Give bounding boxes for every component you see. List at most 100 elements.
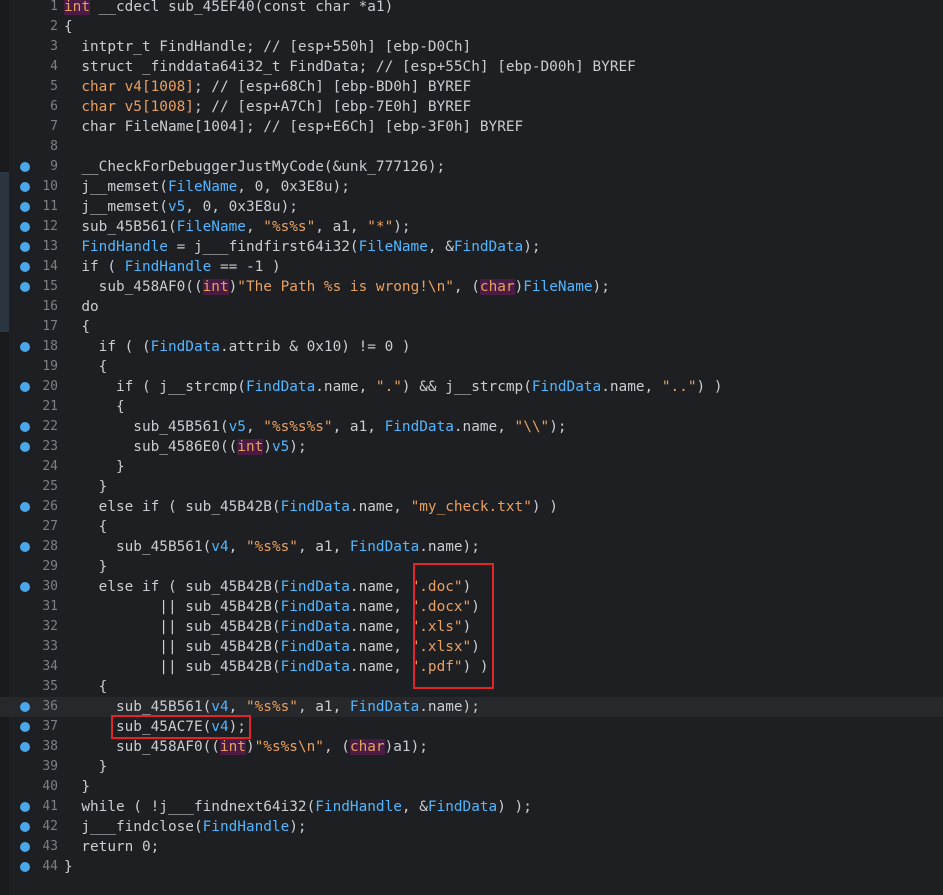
breakpoint-dot-icon[interactable] [20, 342, 30, 352]
code-text[interactable]: { [64, 317, 90, 337]
code-text[interactable]: j__memset(FileName, 0, 0x3E8u); [64, 177, 350, 197]
code-text[interactable]: sub_4586E0((int)v5); [64, 437, 307, 457]
code-text[interactable]: } [64, 757, 108, 777]
breakpoint-dot-icon[interactable] [20, 262, 30, 272]
code-line[interactable]: 8 [0, 137, 943, 157]
code-line[interactable]: 16 do [0, 297, 943, 317]
breakpoint-dot-icon[interactable] [20, 182, 30, 192]
code-line[interactable]: 2{ [0, 17, 943, 37]
code-line[interactable]: 20 if ( j__strcmp(FindData.name, ".") &&… [0, 377, 943, 397]
code-line[interactable]: 42 j___findclose(FindHandle); [0, 817, 943, 837]
breakpoint-dot-icon[interactable] [20, 202, 30, 212]
code-line[interactable]: 10 j__memset(FileName, 0, 0x3E8u); [0, 177, 943, 197]
code-line[interactable]: 6 char v5[1008]; // [esp+A7Ch] [ebp-7E0h… [0, 97, 943, 117]
code-text[interactable]: while ( !j___findnext64i32(FindHandle, &… [64, 797, 532, 817]
code-line[interactable]: 18 if ( (FindData.attrib & 0x10) != 0 ) [0, 337, 943, 357]
code-line[interactable]: 35 { [0, 677, 943, 697]
code-line[interactable]: 31 || sub_45B42B(FindData.name, ".docx") [0, 597, 943, 617]
code-line[interactable]: 36 sub_45B561(v4, "%s%s", a1, FindData.n… [0, 697, 943, 717]
code-line[interactable]: 22 sub_45B561(v5, "%s%s%s", a1, FindData… [0, 417, 943, 437]
code-line[interactable]: 12 sub_45B561(FileName, "%s%s", a1, "*")… [0, 217, 943, 237]
code-text[interactable]: int __cdecl sub_45EF40(const char *a1) [64, 0, 393, 17]
code-line[interactable]: 28 sub_45B561(v4, "%s%s", a1, FindData.n… [0, 537, 943, 557]
code-text[interactable]: sub_458AF0((int)"%s%s\n", (char)a1); [64, 737, 428, 757]
code-text[interactable]: { [64, 397, 125, 417]
breakpoint-dot-icon[interactable] [20, 502, 30, 512]
code-line[interactable]: 3 intptr_t FindHandle; // [esp+550h] [eb… [0, 37, 943, 57]
breakpoint-dot-icon[interactable] [20, 382, 30, 392]
code-line[interactable]: 37 sub_45AC7E(v4); [0, 717, 943, 737]
code-line[interactable]: 25 } [0, 477, 943, 497]
code-text[interactable]: } [64, 557, 108, 577]
code-line[interactable]: 38 sub_458AF0((int)"%s%s\n", (char)a1); [0, 737, 943, 757]
code-text[interactable]: { [64, 517, 108, 537]
code-line[interactable]: 43 return 0; [0, 837, 943, 857]
code-text[interactable]: if ( (FindData.attrib & 0x10) != 0 ) [64, 337, 411, 357]
code-text[interactable]: char FileName[1004]; // [esp+E6Ch] [ebp-… [64, 117, 523, 137]
code-line[interactable]: 17 { [0, 317, 943, 337]
breakpoint-dot-icon[interactable] [20, 242, 30, 252]
code-line[interactable]: 14 if ( FindHandle == -1 ) [0, 257, 943, 277]
code-text[interactable]: || sub_45B42B(FindData.name, ".pdf") ) [64, 657, 488, 677]
code-line[interactable]: 29 } [0, 557, 943, 577]
code-line[interactable]: 27 { [0, 517, 943, 537]
breakpoint-dot-icon[interactable] [20, 742, 30, 752]
code-line[interactable]: 5 char v4[1008]; // [esp+68Ch] [ebp-BD0h… [0, 77, 943, 97]
code-line[interactable]: 13 FindHandle = j___findfirst64i32(FileN… [0, 237, 943, 257]
code-text[interactable]: || sub_45B42B(FindData.name, ".docx") [64, 597, 480, 617]
code-line[interactable]: 33 || sub_45B42B(FindData.name, ".xlsx") [0, 637, 943, 657]
code-text[interactable]: do [64, 297, 98, 317]
code-text[interactable]: if ( j__strcmp(FindData.name, ".") && j_… [64, 377, 723, 397]
code-line[interactable]: 19 { [0, 357, 943, 377]
code-line[interactable]: 21 { [0, 397, 943, 417]
code-line[interactable]: 11 j__memset(v5, 0, 0x3E8u); [0, 197, 943, 217]
code-line[interactable]: 7 char FileName[1004]; // [esp+E6Ch] [eb… [0, 117, 943, 137]
code-text[interactable]: } [64, 857, 73, 877]
code-line[interactable]: 34 || sub_45B42B(FindData.name, ".pdf") … [0, 657, 943, 677]
code-line[interactable]: 9 __CheckForDebuggerJustMyCode(&unk_7771… [0, 157, 943, 177]
breakpoint-dot-icon[interactable] [20, 582, 30, 592]
code-line[interactable]: 41 while ( !j___findnext64i32(FindHandle… [0, 797, 943, 817]
breakpoint-dot-icon[interactable] [20, 422, 30, 432]
code-line[interactable]: 1 int __cdecl sub_45EF40(const char *a1) [0, 0, 943, 17]
code-text[interactable]: sub_45B561(FileName, "%s%s", a1, "*"); [64, 217, 410, 237]
code-text[interactable]: if ( FindHandle == -1 ) [64, 257, 280, 277]
code-text[interactable]: j___findclose(FindHandle); [64, 817, 306, 837]
code-text[interactable]: || sub_45B42B(FindData.name, ".xls") [64, 617, 471, 637]
code-line[interactable]: 4 struct _finddata64i32_t FindData; // [… [0, 57, 943, 77]
breakpoint-dot-icon[interactable] [20, 842, 30, 852]
code-line[interactable]: 24 } [0, 457, 943, 477]
breakpoint-dot-icon[interactable] [20, 222, 30, 232]
code-text[interactable]: } [64, 477, 108, 497]
code-text[interactable]: { [64, 677, 108, 697]
code-text[interactable]: j__memset(v5, 0, 0x3E8u); [64, 197, 298, 217]
breakpoint-dot-icon[interactable] [20, 862, 30, 872]
code-text[interactable]: FindHandle = j___findfirst64i32(FileName… [64, 237, 540, 257]
code-text[interactable]: || sub_45B42B(FindData.name, ".xlsx") [64, 637, 480, 657]
pseudocode-editor[interactable]: 1 int __cdecl sub_45EF40(const char *a1) 2… [0, 0, 943, 895]
code-text[interactable]: } [64, 457, 125, 477]
code-text[interactable]: else if ( sub_45B42B(FindData.name, "my_… [64, 497, 558, 517]
breakpoint-dot-icon[interactable] [20, 282, 30, 292]
code-text[interactable]: sub_45AC7E(v4); [64, 717, 246, 737]
code-text[interactable]: __CheckForDebuggerJustMyCode(&unk_777126… [64, 157, 445, 177]
code-text[interactable]: sub_45B561(v4, "%s%s", a1, FindData.name… [64, 697, 480, 717]
breakpoint-dot-icon[interactable] [20, 442, 30, 452]
code-line[interactable]: 39 } [0, 757, 943, 777]
code-text[interactable]: { [64, 17, 73, 37]
breakpoint-dot-icon[interactable] [20, 702, 30, 712]
code-text[interactable]: return 0; [64, 837, 159, 857]
code-text[interactable]: sub_45B561(v4, "%s%s", a1, FindData.name… [64, 537, 480, 557]
code-line[interactable]: 15 sub_458AF0((int)"The Path %s is wrong… [0, 277, 943, 297]
code-text[interactable]: } [64, 777, 90, 797]
code-line[interactable]: 40 } [0, 777, 943, 797]
code-text[interactable]: intptr_t FindHandle; // [esp+550h] [ebp-… [64, 37, 471, 57]
code-text[interactable]: char v5[1008]; // [esp+A7Ch] [ebp-7E0h] … [64, 97, 471, 117]
breakpoint-dot-icon[interactable] [20, 822, 30, 832]
code-text[interactable]: sub_458AF0((int)"The Path %s is wrong!\n… [64, 277, 610, 297]
breakpoint-dot-icon[interactable] [20, 802, 30, 812]
code-line[interactable]: 30 else if ( sub_45B42B(FindData.name, "… [0, 577, 943, 597]
code-text[interactable]: else if ( sub_45B42B(FindData.name, ".do… [64, 577, 472, 597]
code-text[interactable]: sub_45B561(v5, "%s%s%s", a1, FindData.na… [64, 417, 566, 437]
breakpoint-dot-icon[interactable] [20, 162, 30, 172]
